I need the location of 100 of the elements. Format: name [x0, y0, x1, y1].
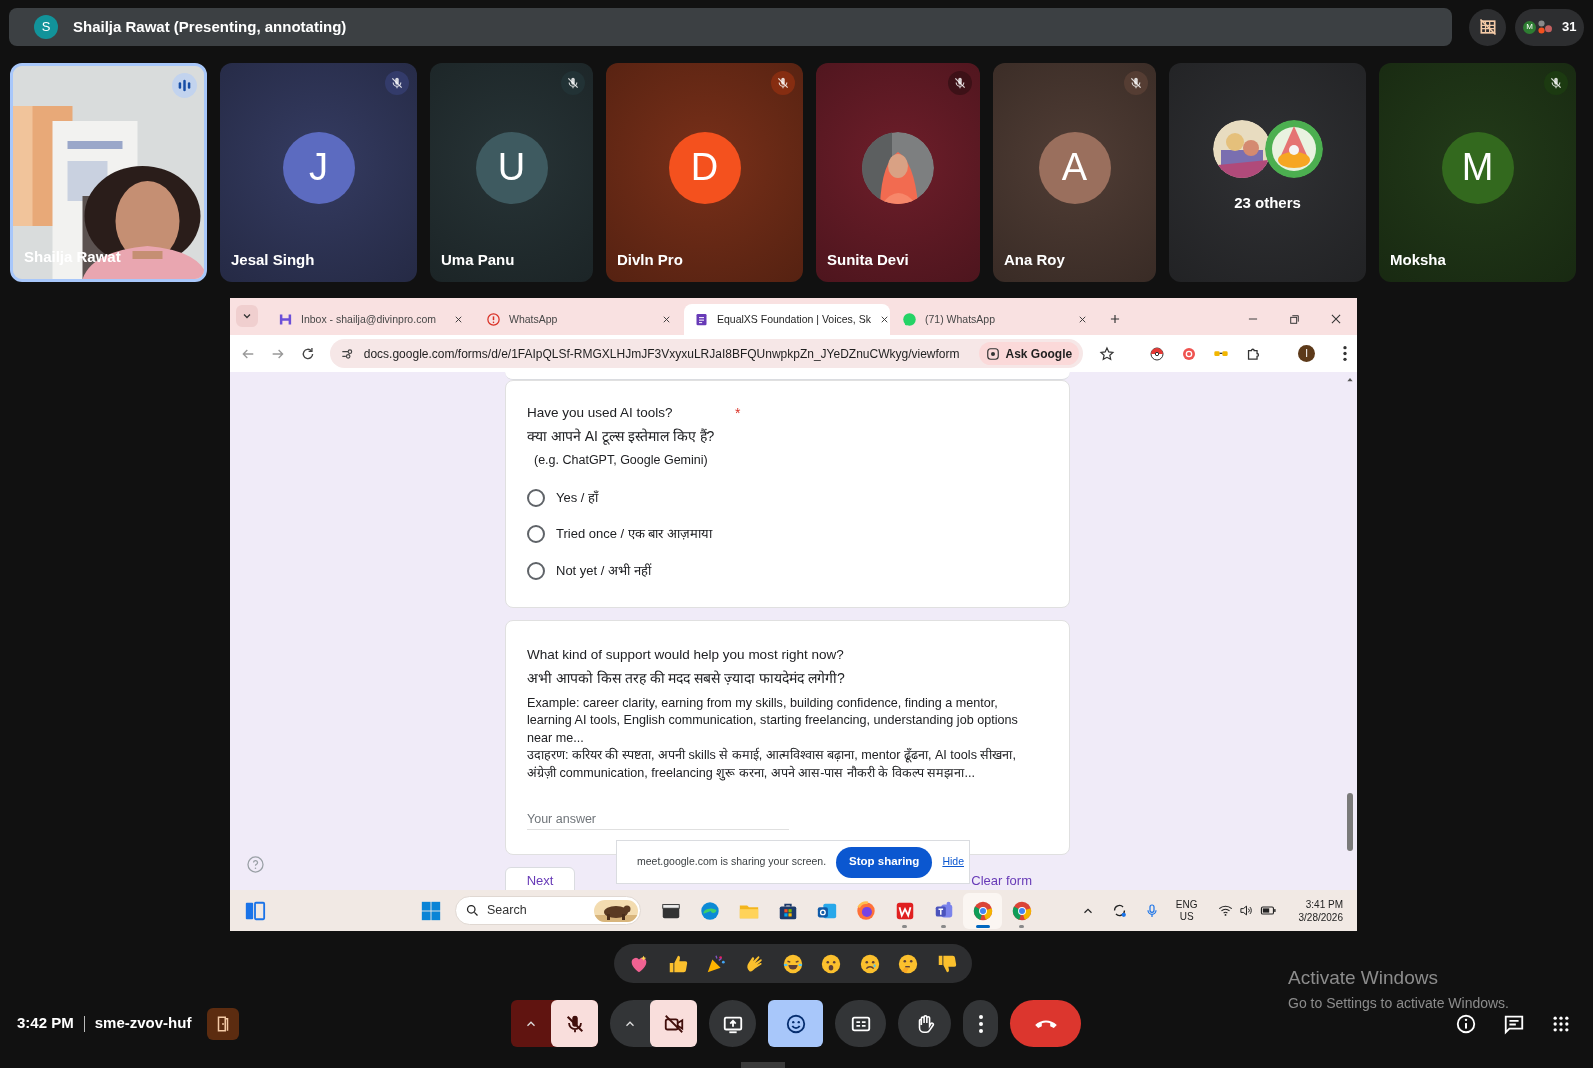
- participant-name: Moksha: [1390, 249, 1446, 270]
- present-button[interactable]: [709, 1000, 756, 1047]
- close-icon[interactable]: [661, 314, 672, 325]
- more-options-button[interactable]: [963, 1000, 998, 1047]
- profile-avatar[interactable]: I: [1298, 345, 1315, 362]
- activation-title: Activate Windows: [1288, 966, 1439, 990]
- tab-title: (71) WhatsApp: [925, 311, 997, 327]
- wifi-icon[interactable]: [1217, 903, 1233, 918]
- h-shape-icon: [278, 312, 293, 327]
- chrome-icon: [971, 899, 994, 922]
- browser-tab[interactable]: Inbox - shailja@divinpro.com: [268, 304, 474, 335]
- surprised-face-icon: [820, 952, 843, 975]
- ball-icon[interactable]: [1149, 345, 1166, 362]
- scroll-up-icon[interactable]: [1346, 376, 1354, 384]
- others-count: 23 others: [1234, 193, 1301, 214]
- speaker-icon[interactable]: [1238, 903, 1254, 918]
- question-title-hindi: क्या आपने AI टूल्स इस्तेमाल किए हैं?: [527, 427, 716, 447]
- language-indicator[interactable]: ENG US: [1175, 898, 1198, 923]
- widgets-icon[interactable]: [244, 899, 266, 922]
- tab-title: EqualXS Foundation | Voices, Sk: [717, 311, 871, 327]
- question-title: Have you used AI tools?: [527, 404, 674, 422]
- avatar: A: [1038, 131, 1111, 204]
- radio-button[interactable]: [527, 488, 545, 507]
- laughing-face-icon: [781, 952, 804, 975]
- leave-call-button[interactable]: [1010, 1000, 1081, 1047]
- question-hint: (e.g. ChatGPT, Google Gemini): [534, 452, 709, 469]
- hang-up-icon: [1033, 1019, 1058, 1028]
- radio-button[interactable]: [527, 561, 545, 580]
- activation-message: Go to Settings to activate Windows.: [1288, 993, 1509, 1013]
- star-icon[interactable]: [1099, 345, 1116, 362]
- annotation-button[interactable]: [1469, 8, 1506, 46]
- sound-bars-icon: [177, 78, 192, 93]
- clear-form-link[interactable]: Clear form: [971, 874, 1032, 888]
- browser-tab[interactable]: WhatsApp: [476, 304, 682, 335]
- taskbar-search-field[interactable]: Search: [455, 896, 641, 925]
- start-icon[interactable]: [420, 899, 442, 922]
- forms-icon: [694, 312, 709, 327]
- clock[interactable]: 3:41 PM 3/28/2026: [1298, 897, 1343, 924]
- option-label: Not yet / अभी नहीं: [556, 561, 651, 580]
- chrome-icon: [1010, 899, 1033, 922]
- firefox-icon: [854, 899, 877, 922]
- address-bar[interactable]: docs.google.com/forms/d/e/1FAIpQLSf-RMGXLHJmJF3VxyxuLRJaI8BFQUnwpkpZn_JYeDZnuCWkyg/viewform Ask Google: [329, 339, 1084, 368]
- ask-google-button[interactable]: Ask Google: [979, 342, 1080, 365]
- participant-name: Uma Panu: [441, 249, 515, 270]
- camera-button[interactable]: [650, 1000, 697, 1047]
- question-description: Example: career clarity, earning from my skills, building confidence, finding a mentor, learning AI tools, English communication, starting freelancing, understanding job options near me...: [527, 694, 1019, 747]
- more-vert-icon: [978, 1014, 983, 1033]
- avatar: M: [1441, 131, 1514, 204]
- close-icon[interactable]: [453, 314, 464, 325]
- plus-icon[interactable]: [1108, 312, 1122, 326]
- question-title: What kind of support would help you most right now?: [527, 646, 844, 665]
- participant-name: Sunita Devi: [827, 249, 909, 270]
- sharing-message: meet.google.com is sharing your screen.: [637, 854, 827, 870]
- presenter-avatar: S: [34, 15, 58, 39]
- tab-search-button[interactable]: [236, 305, 258, 327]
- thinking-face-icon: [897, 952, 920, 975]
- close-icon[interactable]: [1077, 314, 1088, 325]
- lens-icon: [986, 346, 1001, 361]
- mic-off-icon: [566, 76, 580, 90]
- edge-icon: [698, 899, 721, 922]
- meeting-code: sme-zvov-huf: [94, 1013, 192, 1034]
- grid-off-icon: [1477, 17, 1498, 37]
- answer-field[interactable]: Your answer: [527, 808, 789, 830]
- info-icon[interactable]: [1455, 1012, 1477, 1035]
- exclamation-circle-icon: [486, 312, 501, 327]
- mic-off-icon: [953, 76, 967, 90]
- participant-avatar: M: [1523, 20, 1536, 34]
- option-label: Yes / हाँ: [556, 488, 599, 507]
- option-label: Tried once / एक बार आज़माया: [556, 525, 712, 544]
- question-title-hindi: अभी आपको किस तरह की मदद सबसे ज़्यादा फायदेमंद लगेगी?: [527, 668, 846, 688]
- host-controls-button[interactable]: [207, 1007, 240, 1040]
- hide-link[interactable]: Hide: [942, 854, 964, 870]
- next-button[interactable]: Next: [505, 867, 575, 890]
- reactions-button[interactable]: [768, 1000, 823, 1047]
- taskbar-app[interactable]: [963, 892, 1002, 929]
- browser-tab[interactable]: (71) WhatsApp: [892, 304, 1098, 335]
- search-input[interactable]: Search: [487, 901, 587, 920]
- close-icon[interactable]: [1329, 312, 1343, 326]
- more-vert-icon[interactable]: [1343, 346, 1347, 361]
- mic-off-icon: [1549, 76, 1563, 90]
- captions-button[interactable]: [835, 1000, 886, 1047]
- avatar: U: [475, 131, 548, 204]
- raise-hand-button[interactable]: [898, 1000, 951, 1047]
- url-text: docs.google.com/forms/d/e/1FAIpQLSf-RMGXLHJmJF3VxyxuLRJaI8BFQUnwpkpZn_JYeDZnuCWkyg/viewform: [363, 345, 961, 363]
- browser-tab[interactable]: EqualXS Foundation | Voices, Sk: [684, 304, 890, 335]
- meeting-time: 3:42 PM: [17, 1013, 74, 1034]
- flower-icon[interactable]: [1181, 345, 1198, 362]
- participant-name: Jesal Singh: [231, 249, 315, 270]
- question-description: उदाहरण: करियर की स्पष्टता, अपनी skills से कमाई, आत्मविश्वास बढ़ाना, mentor ढूँढना, AI tools सीखना, अंग्रेज़ी communication, freelancing शुरू करना, अपने आस-पास नौकरी के विकल्प समझना...: [527, 747, 1017, 782]
- tab-title: WhatsApp: [509, 311, 559, 327]
- restore-icon[interactable]: [1288, 312, 1301, 326]
- microphone-button[interactable]: [551, 1000, 598, 1047]
- radio-button[interactable]: [527, 525, 545, 543]
- search-icon: [465, 903, 480, 918]
- site-settings-icon[interactable]: [339, 346, 354, 361]
- participant-name: Divln Pro: [617, 249, 683, 270]
- participants-button[interactable]: M 31: [1515, 8, 1585, 46]
- avatar: D: [668, 131, 741, 204]
- chat-bubble-icon: [902, 312, 917, 327]
- stop-sharing-button[interactable]: Stop sharing: [836, 846, 933, 878]
